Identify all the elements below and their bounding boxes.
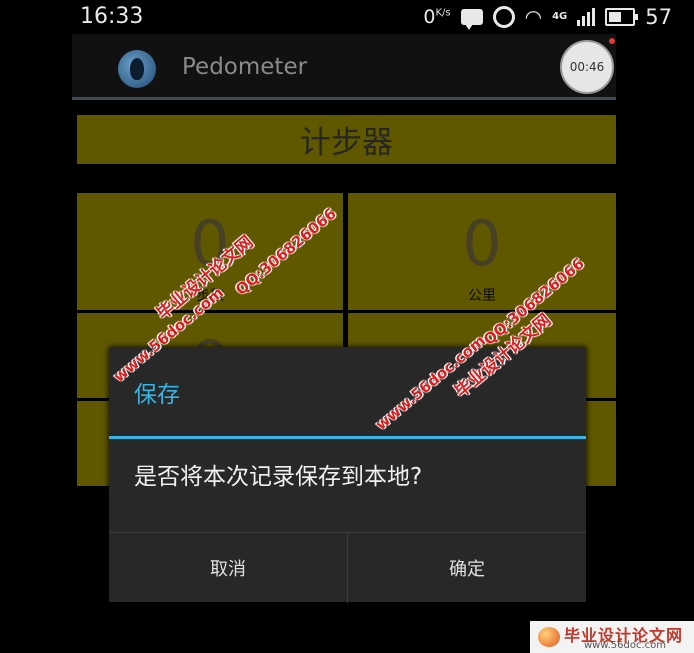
corner-watermark-logo: 毕业设计论文网 www.56doc.com <box>530 621 694 653</box>
net-speed: 0K/s <box>423 6 451 28</box>
clock: 16:33 <box>80 4 144 29</box>
confirm-button[interactable]: 确定 <box>347 533 586 603</box>
dialog-title: 保存 <box>134 382 180 408</box>
app-title: Pedometer <box>182 54 308 80</box>
save-dialog: 保存 是否将本次记录保存到本地? 取消 确定 <box>109 347 586 603</box>
dialog-buttons: 取消 确定 <box>109 532 586 603</box>
corner-site: www.56doc.com <box>584 640 667 651</box>
message-icon <box>460 9 483 30</box>
wifi-icon: ◠ <box>524 5 543 29</box>
cancel-button[interactable]: 取消 <box>109 533 347 603</box>
status-bar: 16:33 0K/s ◠ 4G 57 <box>0 0 694 34</box>
globe-icon <box>538 627 560 647</box>
dialog-message: 是否将本次记录保存到本地? <box>134 464 423 490</box>
dialog-title-divider <box>109 436 586 439</box>
floating-timer[interactable]: 00:46 <box>560 40 614 94</box>
alarm-icon <box>492 6 515 28</box>
footprint-logo-icon[interactable] <box>118 50 156 88</box>
action-bar: Pedometer 00:46 <box>72 34 616 100</box>
timer-notification-dot <box>609 38 615 44</box>
signal-icon <box>577 8 596 26</box>
battery-icon <box>605 8 639 26</box>
battery-level: 57 <box>645 5 672 29</box>
network-type: 4G <box>552 11 568 22</box>
